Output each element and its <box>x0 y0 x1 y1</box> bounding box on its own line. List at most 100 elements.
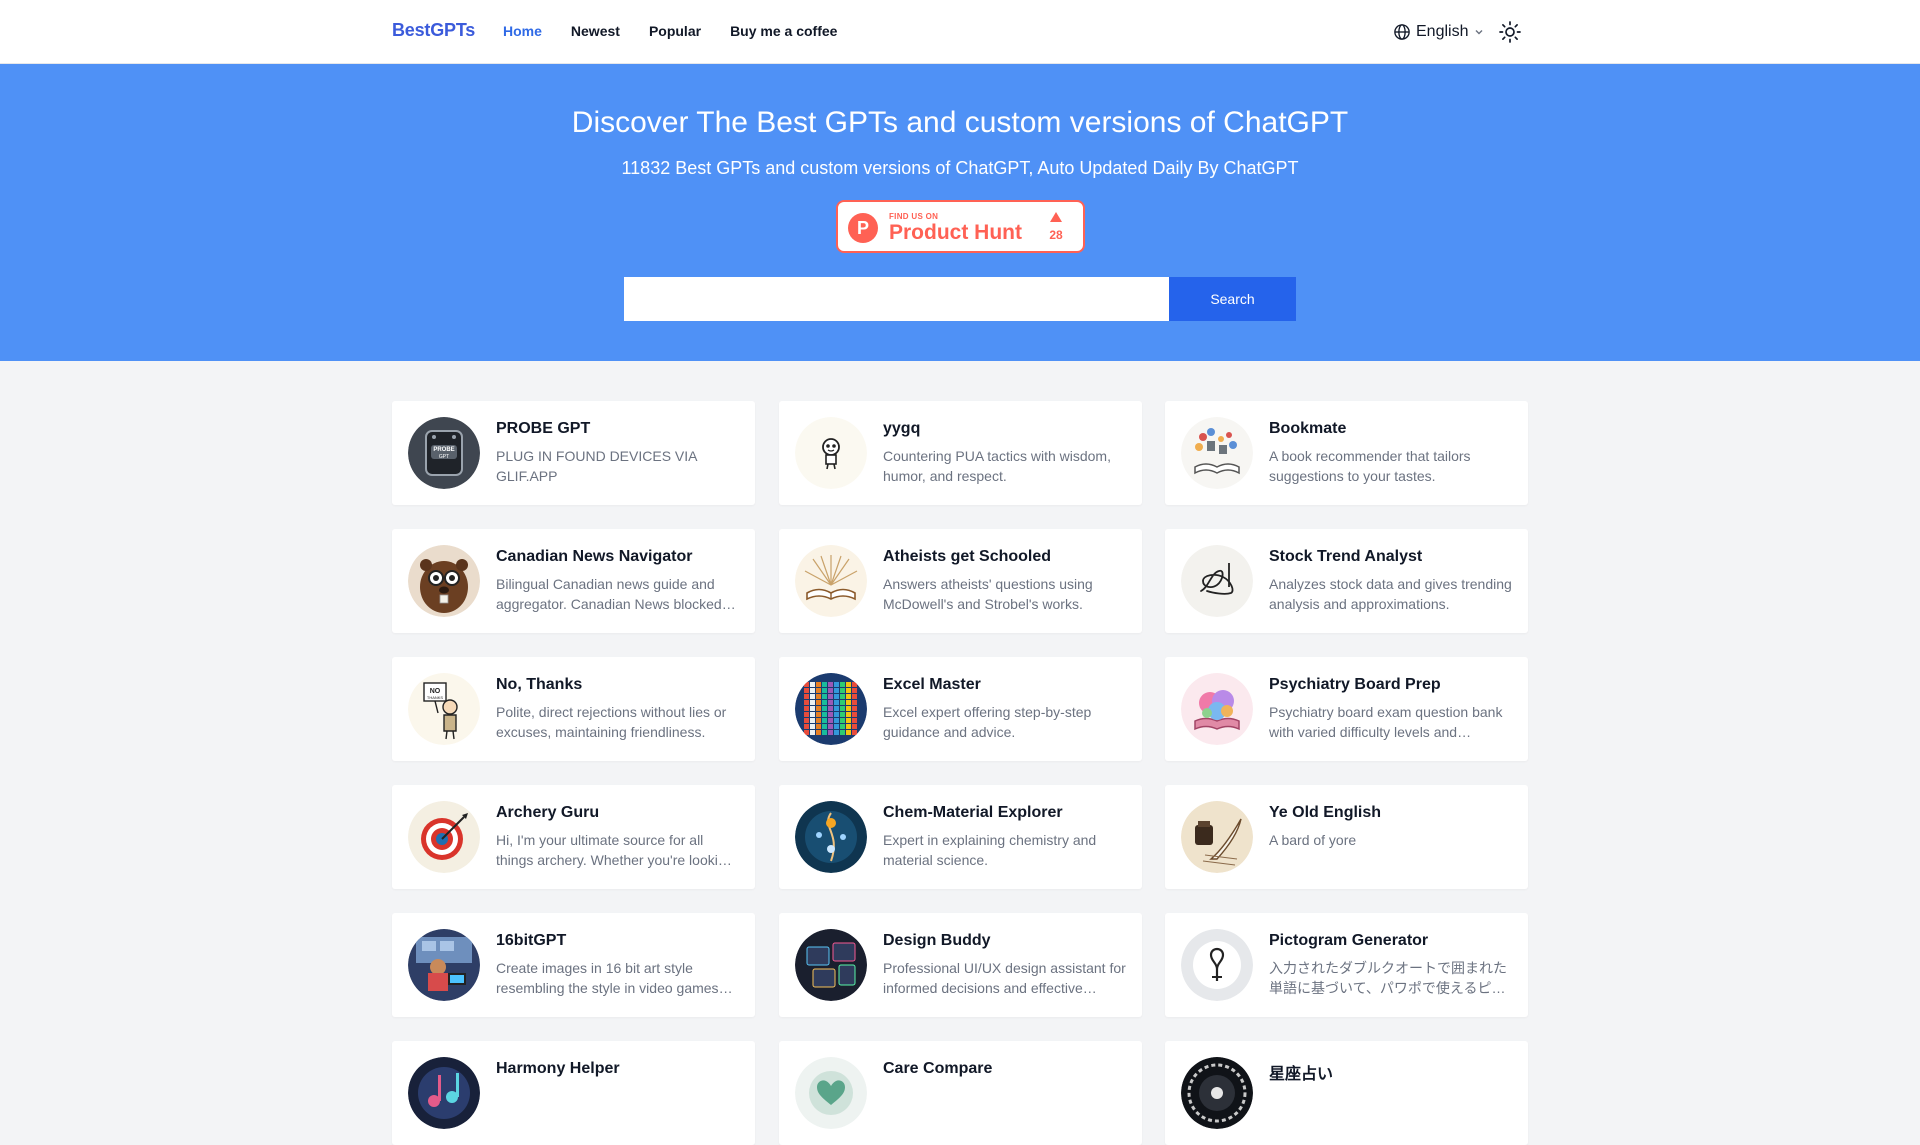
gpt-card[interactable]: 星座占い <box>1165 1041 1528 1145</box>
sun-icon[interactable] <box>1498 20 1522 44</box>
target-icon <box>408 801 480 873</box>
nav-newest-link[interactable]: Newest <box>571 23 620 39</box>
nav-buy-coffee-link[interactable]: Buy me a coffee <box>730 23 837 39</box>
design-screens-icon <box>795 929 867 1001</box>
gpt-card-title: No, Thanks <box>496 676 583 693</box>
language-label: English <box>1416 23 1469 40</box>
product-hunt-logo-icon: P <box>848 213 878 243</box>
gpt-card-description: A bard of yore <box>1269 832 1357 848</box>
gpt-avatar <box>795 1057 867 1129</box>
gpt-card-description: 入力されたダブルクオートで囲まれた単語に基づいて、パワポで使えるピクトグラムを生… <box>1269 960 1507 996</box>
gpt-card-title: Chem-Material Explorer <box>883 804 1063 821</box>
language-selector[interactable]: English <box>1393 21 1484 43</box>
main-nav: Home Newest Popular Buy me a coffee <box>503 23 866 39</box>
hero-banner: Discover The Best GPTs and custom versio… <box>0 64 1920 361</box>
gpt-avatar <box>1181 801 1253 873</box>
gpt-card-title: yygq <box>883 420 921 437</box>
zodiac-icon <box>1181 1057 1253 1129</box>
brand-logo-link[interactable]: BestGPTs <box>392 20 475 41</box>
no-thanks-sign-icon: NOTHANKS <box>408 673 480 745</box>
gpt-avatar <box>408 929 480 1001</box>
pixel-art-icon <box>408 929 480 1001</box>
gpt-card[interactable]: Harmony Helper <box>392 1041 755 1145</box>
molecule-icon <box>795 801 867 873</box>
gpt-avatar <box>1181 673 1253 745</box>
upvote-count: 28 <box>1049 228 1063 242</box>
gpt-card[interactable]: Chem-Material Explorer Expert in explain… <box>779 785 1142 889</box>
line-art-icon <box>1181 545 1253 617</box>
gpt-card[interactable]: Ye Old English A bard of yore <box>1165 785 1528 889</box>
care-icon <box>795 1057 867 1129</box>
gpt-card[interactable]: Archery Guru Hi, I'm your ultimate sourc… <box>392 785 755 889</box>
gpt-card[interactable]: 16bitGPT Create images in 16 bit art sty… <box>392 913 755 1017</box>
gpt-card-description: Expert in explaining chemistry and mater… <box>883 832 1097 868</box>
gpt-avatar <box>408 801 480 873</box>
gpt-avatar <box>795 417 867 489</box>
gpt-card[interactable]: Excel Master Excel expert offering step-… <box>779 657 1142 761</box>
glowing-book-icon <box>795 545 867 617</box>
gpt-card[interactable]: Atheists get Schooled Answers atheists' … <box>779 529 1142 633</box>
gpt-card-description: Professional UI/UX design assistant for … <box>883 960 1126 996</box>
svg-text:NO: NO <box>430 688 441 695</box>
gpt-card-title: Design Buddy <box>883 932 991 949</box>
gpt-card[interactable]: Canadian News Navigator Bilingual Canadi… <box>392 529 755 633</box>
gpt-card-title: 星座占い <box>1269 1066 1334 1083</box>
gpt-card-description: Countering PUA tactics with wisdom, humo… <box>883 448 1111 484</box>
gpt-card-title: Pictogram Generator <box>1269 932 1429 949</box>
svg-text:THANKS: THANKS <box>427 695 444 700</box>
gpt-avatar: PROBE GPT <box>408 417 480 489</box>
hero-title: Discover The Best GPTs and custom versio… <box>571 106 1349 139</box>
chevron-down-icon <box>1475 30 1483 35</box>
beaver-icon <box>408 545 480 617</box>
gpt-card[interactable]: yygq Countering PUA tactics with wisdom,… <box>779 401 1142 505</box>
upvote-arrow-icon <box>1050 212 1062 222</box>
gpt-avatar <box>1181 1057 1253 1129</box>
gpt-card-description: Hi, I'm your ultimate source for all thi… <box>496 832 734 868</box>
gpt-card-title: Canadian News Navigator <box>496 548 693 565</box>
gpt-avatar <box>795 801 867 873</box>
svg-text:GPT: GPT <box>439 454 449 460</box>
gpt-card[interactable]: Care Compare <box>779 1041 1142 1145</box>
gpt-card[interactable]: PROBE GPT PROBE GPT PLUG IN FOUND DEVICES… <box>392 401 755 505</box>
hero-subtitle: 11832 Best GPTs and custom versions of C… <box>621 158 1299 178</box>
search-button[interactable]: Search <box>1169 277 1296 321</box>
gpt-avatar <box>408 545 480 617</box>
svg-text:PROBE: PROBE <box>433 447 454 453</box>
gpt-card-title: Excel Master <box>883 676 981 693</box>
product-hunt-badge[interactable]: P FIND US ON Product Hunt 28 <box>836 200 1085 253</box>
gpt-card[interactable]: NO THANKS No, Thanks Polite, direct rejec… <box>392 657 755 761</box>
gpt-card-title: Harmony Helper <box>496 1060 620 1077</box>
top-navbar: BestGPTs Home Newest Popular Buy me a co… <box>0 0 1920 64</box>
nav-home-link[interactable]: Home <box>503 23 542 39</box>
nav-popular-link[interactable]: Popular <box>649 23 701 39</box>
gpt-card-title: Archery Guru <box>496 804 600 821</box>
gpt-card-description: Bilingual Canadian news guide and aggreg… <box>496 576 722 612</box>
gpt-card[interactable]: Stock Trend Analyst Analyzes stock data … <box>1165 529 1528 633</box>
gpt-card-description: Psychiatry board exam question bank with… <box>1269 704 1503 740</box>
search-input[interactable] <box>624 277 1169 321</box>
gpt-card-description: PLUG IN FOUND DEVICES VIA GLIF.APP <box>496 448 697 484</box>
gpt-card[interactable]: Bookmate A book recommender that tailors… <box>1165 401 1528 505</box>
globe-icon <box>1394 24 1410 40</box>
gpt-avatar <box>1181 417 1253 489</box>
gpt-avatar <box>1181 929 1253 1001</box>
gpt-card-description: Excel expert offering step-by-step guida… <box>883 704 1092 740</box>
product-hunt-small-text: FIND US ON <box>889 212 939 221</box>
gpt-card-description: A book recommender that tailors suggesti… <box>1269 448 1471 484</box>
gpt-avatar: NO THANKS <box>408 673 480 745</box>
gpt-avatar <box>795 929 867 1001</box>
gpt-card-title: Care Compare <box>883 1060 993 1077</box>
gpt-card[interactable]: Pictogram Generator 入力されたダブルクオートで囲まれた単語に… <box>1165 913 1528 1017</box>
gpt-card[interactable]: Psychiatry Board Prep Psychiatry board e… <box>1165 657 1528 761</box>
gpt-card-description: Analyzes stock data and gives trending a… <box>1269 576 1512 612</box>
gpt-card-title: PROBE GPT <box>496 420 591 437</box>
gpt-card-title: Stock Trend Analyst <box>1269 548 1423 565</box>
pictogram-icon <box>1181 929 1253 1001</box>
gpt-card-title: Atheists get Schooled <box>883 548 1052 565</box>
cartoon-character-icon <box>795 417 867 489</box>
gpt-card-title: Ye Old English <box>1269 804 1382 821</box>
spreadsheet-icon <box>795 673 867 745</box>
gpt-card-description: Polite, direct rejections without lies o… <box>496 704 727 740</box>
gpt-avatar <box>1181 545 1253 617</box>
gpt-card[interactable]: Design Buddy Professional UI/UX design a… <box>779 913 1142 1017</box>
